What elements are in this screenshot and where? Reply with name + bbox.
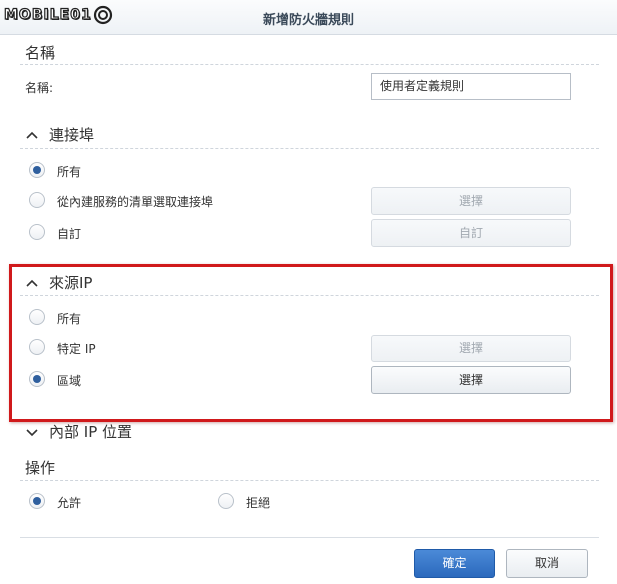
source-specific-ip-select-button[interactable]: 選擇 <box>371 335 571 362</box>
port-builtin-radio[interactable] <box>29 192 45 208</box>
port-all-label: 所有 <box>57 165 82 179</box>
port-section-heading[interactable]: 連接埠 <box>25 124 94 145</box>
port-custom-button[interactable]: 自訂 <box>371 219 571 247</box>
source-all-radio[interactable] <box>29 309 45 325</box>
source-specific-ip-radio[interactable] <box>29 339 45 355</box>
dialog: MOBILE01 新增防火牆規則 名稱 名稱: 使用者定義規則 連接埠 所有 從… <box>0 0 617 584</box>
divider <box>20 148 599 149</box>
name-field-label: 名稱: <box>25 81 54 95</box>
port-select-button[interactable]: 選擇 <box>371 187 571 215</box>
divider <box>20 480 599 481</box>
port-all-radio[interactable] <box>29 162 45 178</box>
name-input[interactable]: 使用者定義規則 <box>371 73 571 100</box>
source-ip-section-heading[interactable]: 來源IP <box>25 272 92 293</box>
source-ip-heading-text: 來源IP <box>49 274 93 292</box>
dialog-title: 新增防火牆規則 <box>262 13 354 28</box>
action-deny-radio[interactable] <box>218 493 234 509</box>
source-zone-radio[interactable] <box>29 371 45 387</box>
action-deny-label: 拒絕 <box>246 496 271 510</box>
source-zone-select-button[interactable]: 選擇 <box>371 366 571 394</box>
source-zone-label: 區域 <box>57 374 82 388</box>
internal-ip-heading-text: 內部 IP 位置 <box>49 423 133 441</box>
action-allow-label: 允許 <box>57 496 82 510</box>
port-heading-text: 連接埠 <box>49 126 95 144</box>
divider <box>20 295 599 296</box>
chevron-up-icon <box>26 131 38 139</box>
source-all-label: 所有 <box>57 312 82 326</box>
chevron-down-icon <box>26 428 38 436</box>
ok-button[interactable]: 確定 <box>414 549 495 578</box>
port-builtin-label: 從內建服務的清單選取連接埠 <box>57 195 214 209</box>
title-bar: MOBILE01 新增防火牆規則 <box>0 0 617 35</box>
action-heading-text: 操作 <box>25 459 56 477</box>
chevron-up-icon <box>26 279 38 287</box>
internal-ip-section-heading[interactable]: 內部 IP 位置 <box>25 421 132 442</box>
footer-divider <box>20 537 599 538</box>
name-section-heading: 名稱 <box>25 42 55 63</box>
name-heading-text: 名稱 <box>25 44 56 62</box>
port-custom-label: 自訂 <box>57 227 82 241</box>
cancel-button[interactable]: 取消 <box>506 549 588 578</box>
action-allow-radio[interactable] <box>29 493 45 509</box>
action-section-heading: 操作 <box>25 457 55 478</box>
port-custom-radio[interactable] <box>29 224 45 240</box>
divider <box>20 64 599 65</box>
source-specific-ip-label: 特定 IP <box>57 342 96 356</box>
